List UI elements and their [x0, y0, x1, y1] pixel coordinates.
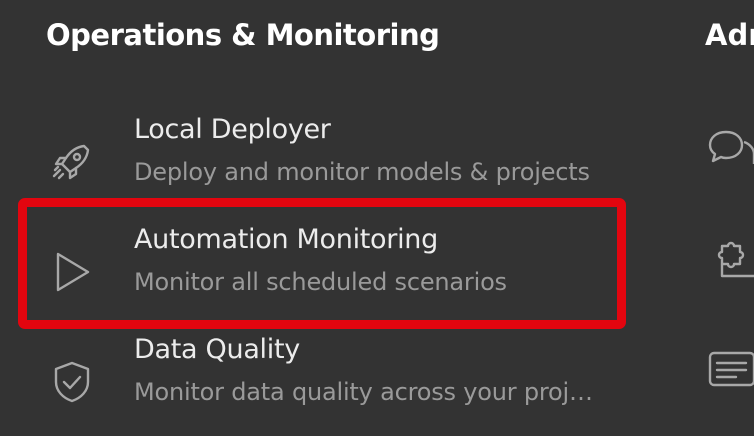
rocket-icon: [48, 138, 96, 186]
menu-item-label: Local Deployer: [134, 114, 331, 145]
menu-item-local-deployer[interactable]: Local Deployer Deploy and monitor models…: [30, 110, 630, 210]
menu-item-description: Deploy and monitor models & projects: [134, 158, 590, 186]
right-section-title: Adr: [705, 18, 754, 52]
chat-bubbles-icon[interactable]: [706, 124, 754, 172]
menu-item-automation-monitoring[interactable]: Automation Monitoring Monitor all schedu…: [30, 220, 630, 320]
menu-item-label: Data Quality: [134, 334, 300, 365]
id-card-icon[interactable]: [706, 345, 754, 393]
menu-item-label: Automation Monitoring: [134, 224, 438, 255]
menu-item-description: Monitor all scheduled scenarios: [134, 268, 507, 296]
menu-item-data-quality[interactable]: Data Quality Monitor data quality across…: [30, 330, 630, 430]
shield-check-icon: [48, 358, 96, 406]
puzzle-icon[interactable]: [706, 236, 754, 284]
play-icon: [48, 248, 96, 296]
operations-monitoring-panel: Operations & Monitoring Adr Local Deploy…: [0, 0, 754, 436]
section-title: Operations & Monitoring: [46, 18, 440, 52]
menu-item-description: Monitor data quality across your proj…: [134, 378, 593, 406]
